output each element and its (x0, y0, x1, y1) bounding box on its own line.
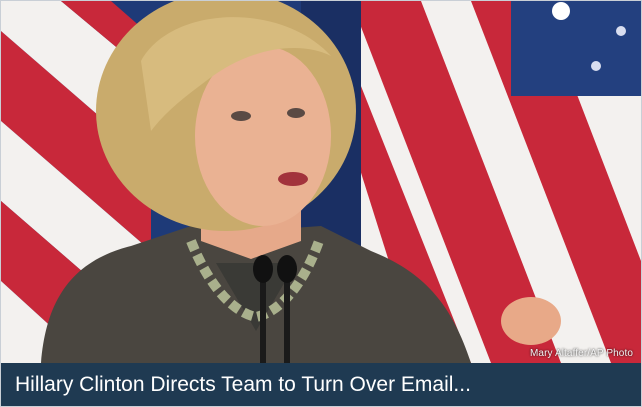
speaker-at-podium-image (1, 1, 641, 363)
photo-credit: Mary Altaffer/AP Photo (530, 348, 633, 359)
news-card[interactable]: Mary Altaffer/AP Photo Hillary Clinton D… (0, 0, 642, 407)
news-photo[interactable]: Mary Altaffer/AP Photo (1, 1, 641, 363)
caption-bar[interactable]: Hillary Clinton Directs Team to Turn Ove… (1, 363, 641, 406)
headline-link[interactable]: Hillary Clinton Directs Team to Turn Ove… (15, 373, 471, 397)
